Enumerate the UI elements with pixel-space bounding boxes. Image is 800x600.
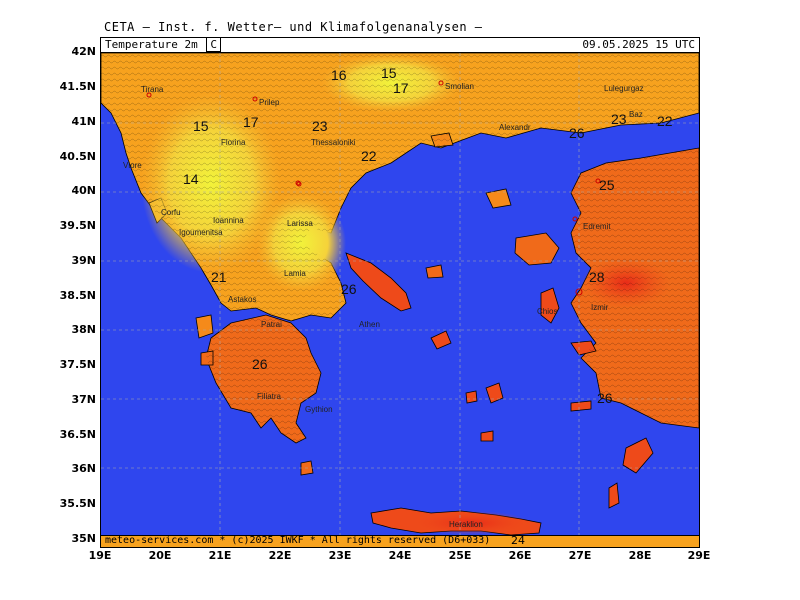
valid-datetime: 09.05.2025 15 UTC: [582, 38, 695, 51]
contour-label: 26: [341, 281, 357, 297]
contour-label: 26: [252, 356, 268, 372]
contour-label: 17: [393, 80, 409, 96]
lat-label: 38.5N: [59, 289, 96, 302]
lat-label: 40.5N: [59, 150, 96, 163]
lon-label: 28E: [628, 549, 652, 562]
lon-label: 22E: [268, 549, 292, 562]
city-label: Patrai: [261, 320, 282, 329]
city-label: Athen: [359, 320, 380, 329]
lon-label: 25E: [448, 549, 472, 562]
lat-label: 39N: [71, 254, 96, 267]
contour-label: 16: [331, 67, 347, 83]
contour-label: 23: [312, 118, 328, 134]
lon-label: 26E: [508, 549, 532, 562]
land-kos: [570, 400, 592, 412]
city-label: Corfu: [161, 208, 181, 217]
contour-label: 26: [597, 390, 613, 406]
lon-label: 29E: [687, 549, 711, 562]
lat-label: 40N: [71, 184, 96, 197]
city-label: Filiatra: [257, 392, 282, 401]
contour-label: 22: [657, 113, 673, 129]
lat-label: 36N: [71, 462, 96, 475]
lat-label: 36.5N: [59, 428, 96, 441]
land-santorini: [480, 430, 494, 442]
lat-label: 37N: [71, 393, 96, 406]
lon-label: 23E: [328, 549, 352, 562]
contour-label: 15: [193, 118, 209, 134]
temperature-map: Tirana Prilep Smolian Lulegurgaz Florina…: [100, 52, 700, 538]
contour-label: 17: [243, 114, 259, 130]
city-label: Gythion: [305, 405, 333, 414]
contour-label: 28: [589, 269, 605, 285]
copyright-text: meteo-services.com * (c)2025 IWKF * All …: [105, 535, 491, 546]
lat-label: 39.5N: [59, 219, 96, 232]
city-label: Larissa: [287, 219, 313, 228]
map-header: Temperature 2m C 09.05.2025 15 UTC: [100, 37, 700, 53]
contour-label: 26: [569, 125, 585, 141]
unit-label: C: [206, 37, 221, 52]
contour-label: 15: [381, 65, 397, 81]
lat-label: 41.5N: [59, 80, 96, 93]
lat-label: 41N: [71, 115, 96, 128]
city-label: Chios: [537, 307, 557, 316]
lon-label: 27E: [568, 549, 592, 562]
city-label: Tirana: [141, 85, 164, 94]
map-footer: meteo-services.com * (c)2025 IWKF * All …: [100, 534, 700, 548]
city-label: Baz: [629, 110, 643, 119]
city-label: Astakos: [228, 295, 256, 304]
contour-label: 14: [183, 171, 199, 187]
lat-label: 35N: [71, 532, 96, 545]
city-label: Heraklion: [449, 520, 483, 529]
contour-label: 23: [611, 111, 627, 127]
lat-label: 38N: [71, 323, 96, 336]
map-svg: Tirana Prilep Smolian Lulegurgaz Florina…: [101, 53, 699, 537]
lat-label: 35.5N: [59, 497, 96, 510]
city-label: Ioannina: [213, 216, 244, 225]
lat-label: 37.5N: [59, 358, 96, 371]
city-label: Igoumenitsa: [179, 228, 223, 237]
city-label: Lulegurgaz: [604, 84, 644, 93]
contour-label: 22: [361, 148, 377, 164]
city-label: Izmir: [591, 303, 609, 312]
contour-label: 24: [511, 534, 525, 547]
lon-label: 19E: [88, 549, 112, 562]
contour-label: 21: [211, 269, 227, 285]
city-label: Prilep: [259, 98, 280, 107]
lon-label: 24E: [388, 549, 412, 562]
parameter-label: Temperature 2m C: [105, 37, 221, 52]
chart-title: CETA — Inst. f. Wetter— und Klimafolgena…: [104, 20, 483, 34]
city-label: Smolian: [445, 82, 474, 91]
parameter-name: Temperature 2m: [105, 38, 198, 51]
land-paros: [465, 390, 478, 404]
lon-label: 21E: [208, 549, 232, 562]
city-label: Alexandr: [499, 123, 531, 132]
city-label: Lamia: [284, 269, 306, 278]
city-label: Edremit: [583, 222, 611, 231]
lon-label: 20E: [148, 549, 172, 562]
city-label: Thessaloniki: [311, 138, 356, 147]
city-label: Florina: [221, 138, 246, 147]
city-label: Vlore: [123, 161, 142, 170]
lat-label: 42N: [71, 45, 96, 58]
contour-label: 25: [599, 177, 615, 193]
